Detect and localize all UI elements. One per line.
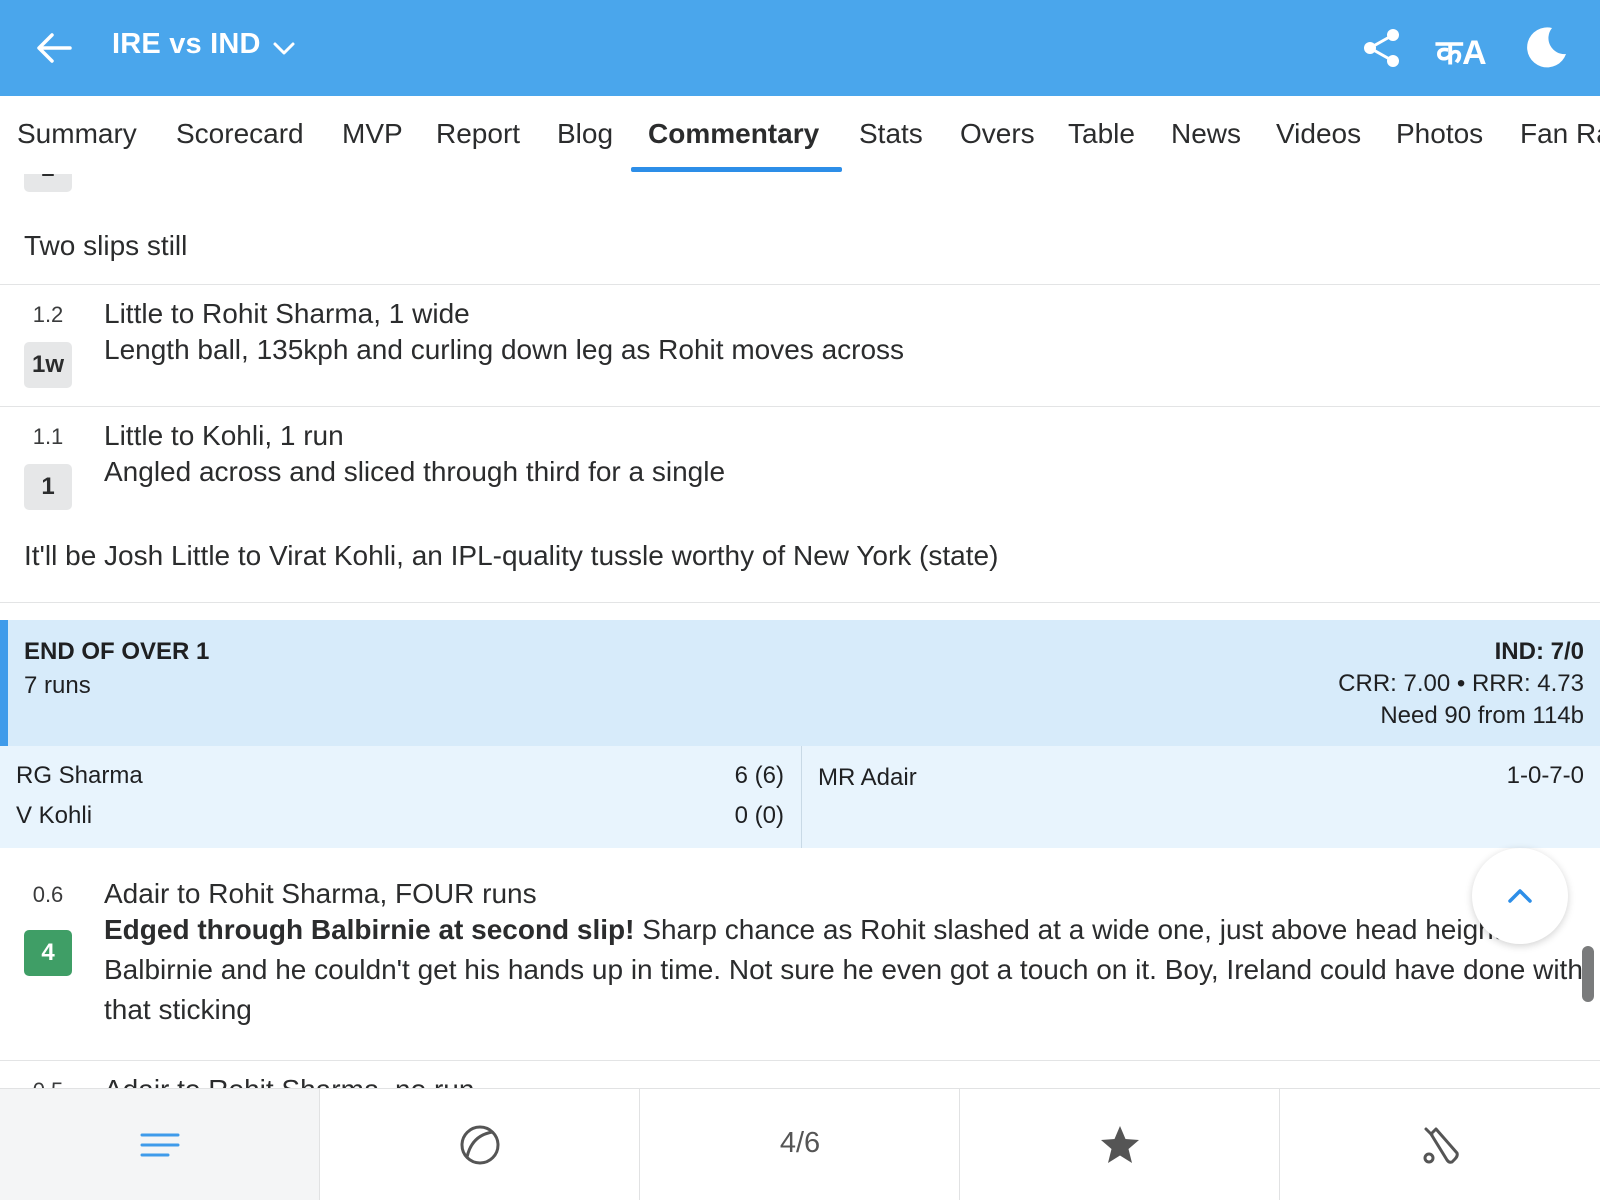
over-number: 1.1 bbox=[32, 424, 64, 449]
tab-summary[interactable]: Summary bbox=[17, 118, 137, 150]
tab-report[interactable]: Report bbox=[436, 118, 520, 150]
batter-name: RG Sharma bbox=[16, 762, 143, 789]
ball-text: Edged through Balbirnie at second slip! … bbox=[104, 910, 1584, 1030]
bottom-bat-button[interactable] bbox=[1280, 1089, 1600, 1200]
divider bbox=[0, 284, 1600, 285]
bottom-bar: 4/6 bbox=[0, 1088, 1600, 1200]
ball-text: Length ball, 135kph and curling down leg… bbox=[104, 334, 905, 365]
tab-scorecard[interactable]: Scorecard bbox=[176, 118, 304, 150]
end-of-over-title: END OF OVER 1 bbox=[24, 638, 210, 665]
chevron-down-icon[interactable] bbox=[270, 34, 298, 62]
divider bbox=[801, 746, 802, 848]
tab-mvp[interactable]: MVP bbox=[342, 118, 403, 150]
ball-badge: 1 bbox=[24, 464, 72, 510]
commentary-note: Two slips still bbox=[24, 230, 188, 261]
batter-score: 0 (0) bbox=[734, 802, 784, 829]
tab-bar: Summary Scorecard MVP Report Blog Commen… bbox=[0, 96, 1600, 174]
match-title[interactable]: IRE vs IND bbox=[112, 28, 261, 61]
batter-score: 6 (6) bbox=[734, 762, 784, 789]
scrollbar-thumb[interactable] bbox=[1582, 946, 1594, 1002]
ball-text-highlight: Edged through Balbirnie at second slip! bbox=[104, 914, 635, 945]
end-of-over-summary: END OF OVER 1 7 runs IND: 7/0 CRR: 7.00 … bbox=[0, 620, 1600, 746]
over-runs: 7 runs bbox=[24, 672, 91, 699]
divider bbox=[0, 406, 1600, 407]
ball-text: Angled across and sliced through third f… bbox=[104, 456, 726, 487]
tab-table[interactable]: Table bbox=[1068, 118, 1135, 150]
over-number: 0.6 bbox=[32, 882, 64, 907]
tab-videos[interactable]: Videos bbox=[1276, 118, 1361, 150]
tab-news[interactable]: News bbox=[1171, 118, 1241, 150]
over-number: 1.2 bbox=[32, 302, 64, 327]
tab-stats[interactable]: Stats bbox=[859, 118, 923, 150]
ball-title: Adair to Rohit Sharma, FOUR runs bbox=[104, 878, 537, 909]
share-icon[interactable] bbox=[1360, 26, 1404, 70]
bat-icon bbox=[1423, 1127, 1459, 1164]
commentary-feed[interactable]: 2 Two slips still 1.2 1w Little to Rohit… bbox=[0, 174, 1600, 1088]
back-arrow-icon[interactable] bbox=[30, 24, 78, 72]
commentary-note: It'll be Josh Little to Virat Kohli, an … bbox=[24, 540, 999, 571]
top-bar: IRE vs IND कA bbox=[0, 0, 1600, 96]
ball-badge-four: 4 bbox=[24, 930, 72, 976]
scroll-to-top-button[interactable] bbox=[1472, 848, 1568, 944]
chevron-up-icon bbox=[1508, 889, 1532, 903]
star-icon bbox=[1101, 1126, 1139, 1163]
bowler-figures: 1-0-7-0 bbox=[1506, 762, 1584, 789]
bottom-favourite-button[interactable] bbox=[960, 1089, 1280, 1200]
ball-counter: 4/6 bbox=[779, 1127, 821, 1159]
bottom-ball-counter[interactable]: 4/6 bbox=[640, 1089, 960, 1200]
ball-title: Little to Rohit Sharma, 1 wide bbox=[104, 298, 470, 329]
ball-badge: 1w bbox=[24, 342, 72, 388]
divider bbox=[0, 602, 1600, 603]
end-of-over-players: RG Sharma V Kohli 6 (6) 0 (0) MR Adair 1… bbox=[0, 746, 1600, 848]
tab-fan-ratings[interactable]: Fan Ratings bbox=[1520, 118, 1600, 150]
bowler-name: MR Adair bbox=[818, 764, 917, 791]
ball-badge: 2 bbox=[24, 174, 72, 192]
bottom-ball-button[interactable] bbox=[320, 1089, 640, 1200]
run-rates: CRR: 7.00 • RRR: 4.73 bbox=[1338, 670, 1584, 697]
tab-overs[interactable]: Overs bbox=[960, 118, 1035, 150]
language-toggle-button[interactable]: कA bbox=[1436, 28, 1487, 74]
over-number: 0.5 bbox=[24, 1078, 72, 1088]
team-score: IND: 7/0 bbox=[1494, 638, 1584, 665]
tab-commentary[interactable]: Commentary bbox=[648, 118, 819, 150]
tab-photos[interactable]: Photos bbox=[1396, 118, 1483, 150]
ball-title: Adair to Rohit Sharma, no run bbox=[104, 1074, 474, 1088]
tab-blog[interactable]: Blog bbox=[557, 118, 613, 150]
runs-needed: Need 90 from 114b bbox=[1380, 702, 1584, 729]
bottom-menu-button[interactable] bbox=[0, 1089, 320, 1200]
ball-title: Little to Kohli, 1 run bbox=[104, 420, 344, 451]
ball-icon bbox=[460, 1125, 500, 1165]
menu-icon bbox=[140, 1133, 180, 1157]
active-tab-indicator bbox=[631, 167, 842, 172]
moon-icon[interactable] bbox=[1522, 22, 1570, 70]
batter-name: V Kohli bbox=[16, 802, 93, 829]
divider bbox=[0, 1060, 1600, 1061]
